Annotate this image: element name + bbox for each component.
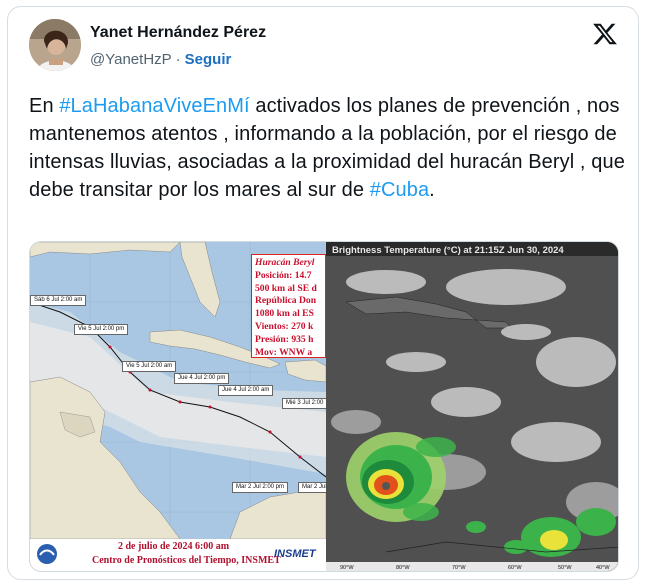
lon-label: 80°W bbox=[396, 565, 410, 571]
satellite-image[interactable]: Brightness Temperature (°C) at 21:15Z Ju… bbox=[326, 242, 618, 571]
info-line: Mov: WNW a bbox=[255, 346, 313, 358]
x-logo-icon[interactable] bbox=[592, 21, 618, 47]
info-line: Vientos: 270 k bbox=[255, 320, 314, 332]
info-line: Huracán Beryl bbox=[255, 257, 315, 268]
forecast-center: Centro de Pronósticos del Tiempo, INSMET bbox=[92, 555, 281, 566]
tweet-media[interactable]: Sáb 6 Jul 2:00 am Vie 5 Jul 2:00 pm Vie … bbox=[29, 241, 619, 572]
lon-label: 90°W bbox=[340, 565, 354, 571]
weather-logo-icon bbox=[37, 544, 57, 564]
lon-label: 60°W bbox=[508, 565, 522, 571]
forecast-label: Jue 4 Jul 2:00 am bbox=[218, 385, 274, 396]
info-line: República Don bbox=[255, 295, 317, 307]
map-footer: 2 de julio de 2024 6:00 am Centro de Pro… bbox=[30, 539, 326, 571]
info-line: Posición: 14.7 bbox=[255, 269, 312, 281]
insmet-logo: INSMET bbox=[274, 548, 316, 560]
hurricane-info-box: Huracán Beryl Posición: 14.7 500 km al S… bbox=[251, 254, 326, 358]
forecast-date: 2 de julio de 2024 6:00 am bbox=[118, 541, 230, 552]
separator-dot: · bbox=[175, 51, 181, 68]
hashtag-link[interactable]: #Cuba bbox=[370, 179, 429, 201]
forecast-label: Vie 5 Jul 2:00 pm bbox=[74, 324, 129, 335]
text-part: . bbox=[429, 179, 435, 201]
lon-label: 50°W bbox=[558, 565, 572, 571]
info-line: 500 km al SE d bbox=[255, 282, 317, 294]
forecast-label: Vie 5 Jul 2:00 am bbox=[122, 361, 177, 372]
lon-label: 70°W bbox=[452, 565, 466, 571]
satellite-title: Brightness Temperature (°C) at 21:15Z Ju… bbox=[332, 245, 564, 256]
info-line: 1080 km al ES bbox=[255, 308, 314, 320]
forecast-label: Mar 2 Jul 2:00 pm bbox=[232, 482, 289, 493]
avatar[interactable] bbox=[29, 19, 81, 71]
text-part: En bbox=[29, 95, 60, 117]
forecast-label: Sáb 6 Jul 2:00 am bbox=[30, 295, 87, 306]
forecast-map-image[interactable]: Sáb 6 Jul 2:00 am Vie 5 Jul 2:00 pm Vie … bbox=[30, 242, 355, 571]
tweet-text: En #LaHabanaViveEnMí activados los plane… bbox=[29, 92, 629, 204]
author-name[interactable]: Yanet Hernández Pérez bbox=[90, 24, 266, 42]
author-handle[interactable]: @YanetHzP bbox=[90, 51, 172, 68]
forecast-label: Jue 4 Jul 2:00 pm bbox=[174, 373, 230, 384]
forecast-label: Mié 3 Jul 2:00 bbox=[282, 398, 328, 409]
handle-row: @YanetHzP · Seguir bbox=[90, 51, 231, 68]
hashtag-link[interactable]: #LaHabanaViveEnMí bbox=[59, 95, 249, 117]
info-line: Presión: 935 h bbox=[255, 333, 314, 345]
follow-button[interactable]: Seguir bbox=[185, 51, 232, 68]
lon-label: 40°W bbox=[596, 565, 610, 571]
